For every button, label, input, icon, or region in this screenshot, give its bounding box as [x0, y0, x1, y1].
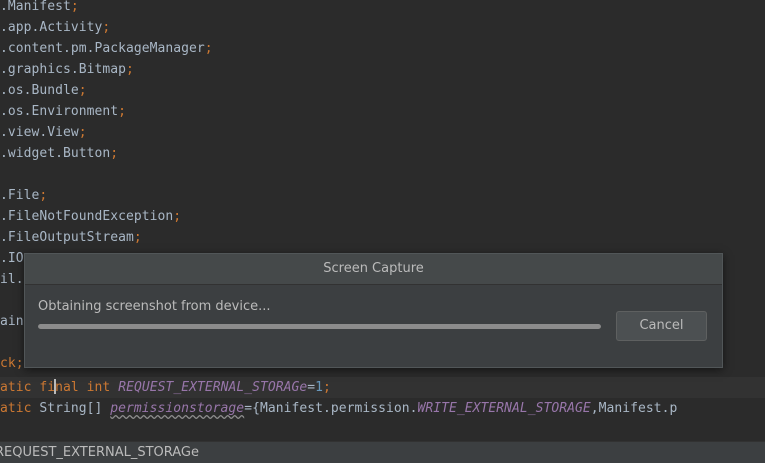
- breadcrumb-item[interactable]: REQUEST_EXTERNAL_STORAGe: [0, 445, 199, 460]
- current-code-line: atic final int REQUEST_EXTERNAL_STORAGe=…: [0, 377, 765, 398]
- dialog-message: Obtaining screenshot from device...: [38, 299, 271, 314]
- code-line: atic String[] permissionstorage={Manifes…: [0, 401, 678, 416]
- code-line: ck;: [0, 356, 24, 371]
- code-line: .File;: [0, 188, 48, 203]
- code-line: .content.pm.PackageManager;: [0, 41, 213, 56]
- progress-fill: [38, 324, 601, 329]
- code-line: .Manifest;: [0, 0, 79, 14]
- code-line: .IO: [0, 251, 24, 266]
- code-line: .FileOutputStream;: [0, 230, 142, 245]
- code-line: .widget.Button;: [0, 146, 119, 161]
- code-line: ain: [0, 314, 24, 329]
- code-editor[interactable]: .Manifest; .app.Activity; .content.pm.Pa…: [0, 0, 765, 441]
- breadcrumb-bar[interactable]: REQUEST_EXTERNAL_STORAGe: [0, 441, 765, 463]
- code-line: .view.View;: [0, 125, 87, 140]
- code-line: .FileNotFoundException;: [0, 209, 182, 224]
- dialog-title: Screen Capture: [25, 254, 722, 285]
- code-line: .app.Activity;: [0, 20, 111, 35]
- progress-bar: [38, 324, 601, 329]
- code-line: .os.Environment;: [0, 104, 127, 119]
- code-line: .os.Bundle;: [0, 83, 87, 98]
- cancel-button[interactable]: Cancel: [616, 311, 707, 341]
- code-line: .graphics.Bitmap;: [0, 62, 134, 77]
- code-line: il.: [0, 272, 24, 287]
- screen-capture-dialog: Screen Capture Obtaining screenshot from…: [24, 253, 723, 368]
